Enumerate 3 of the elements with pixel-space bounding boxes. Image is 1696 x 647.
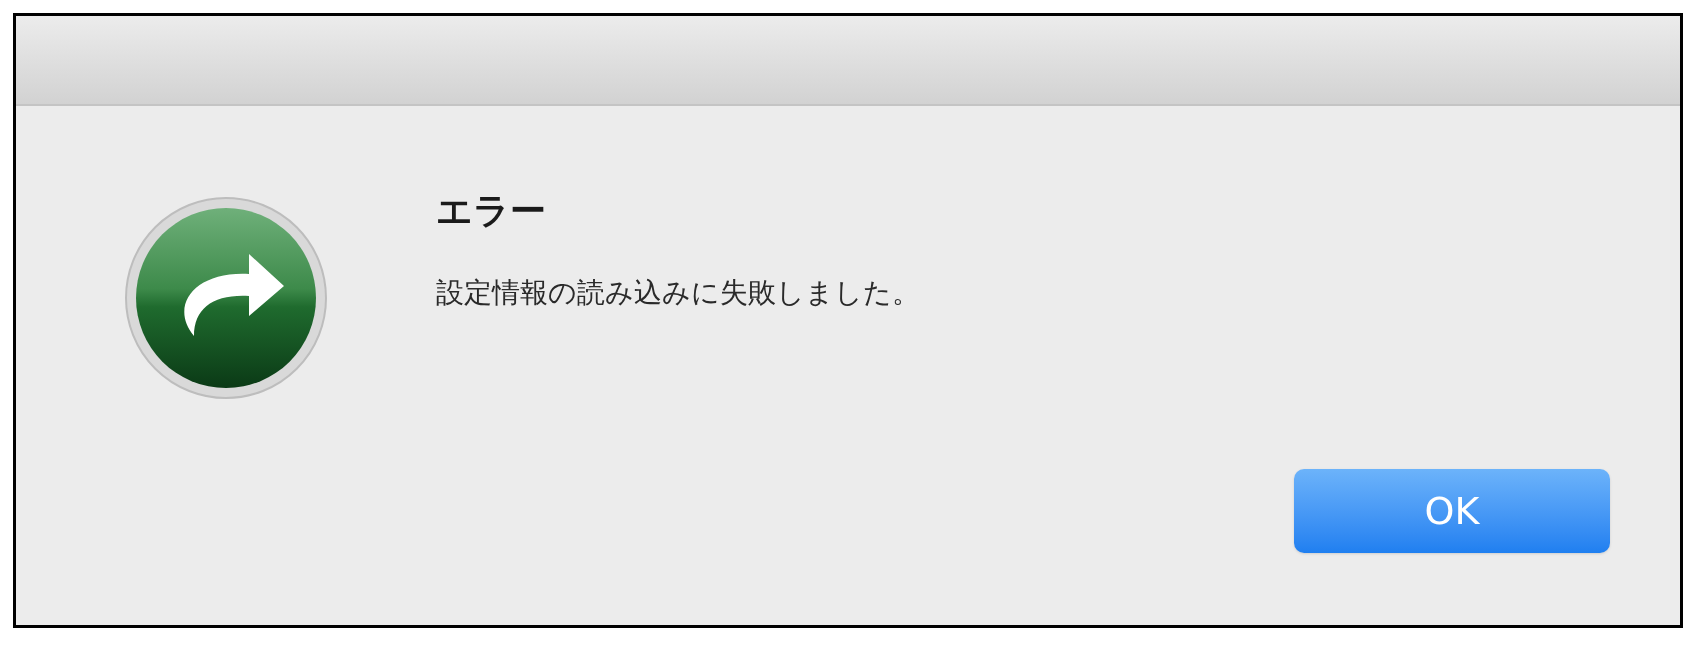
dialog-message: 設定情報の読み込みに失敗しました。 <box>436 275 921 311</box>
dialog-title: エラー <box>436 189 547 233</box>
ok-button[interactable]: OK <box>1294 469 1610 553</box>
